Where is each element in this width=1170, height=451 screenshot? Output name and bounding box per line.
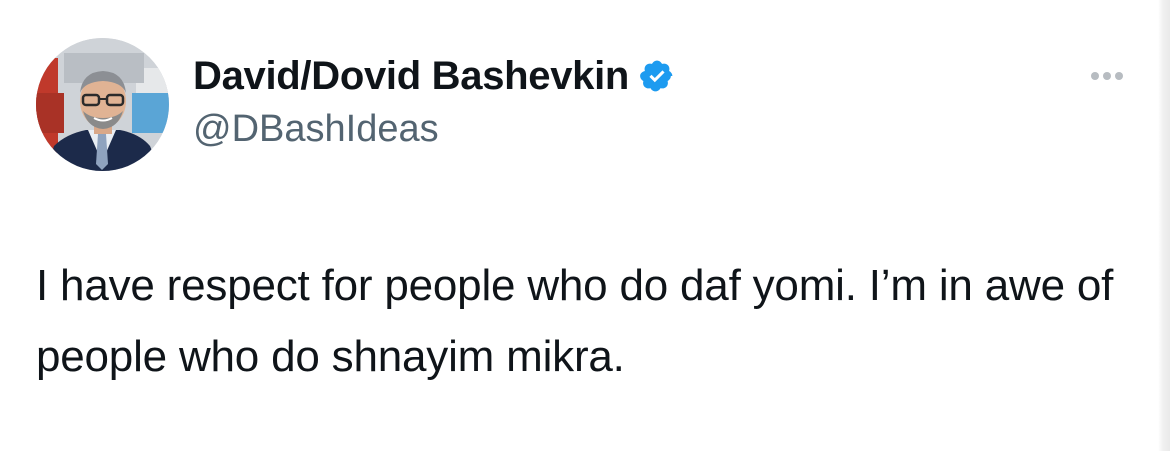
avatar[interactable]	[36, 38, 169, 171]
author-name-row[interactable]: David/Dovid Bashevkin	[193, 52, 675, 100]
more-options-icon[interactable]	[1082, 62, 1132, 90]
author-handle[interactable]: @DBashIdeas	[193, 108, 439, 151]
more-dot	[1103, 72, 1111, 80]
more-dot	[1091, 72, 1099, 80]
verified-badge-icon	[639, 58, 675, 94]
tweet-card: David/Dovid Bashevkin @DBashIdeas I have…	[0, 0, 1170, 451]
more-dot	[1115, 72, 1123, 80]
display-name[interactable]: David/Dovid Bashevkin	[193, 54, 629, 99]
scroll-edge	[1158, 0, 1170, 451]
profile-photo	[36, 38, 169, 171]
tweet-text: I have respect for people who do daf yom…	[36, 261, 1114, 381]
